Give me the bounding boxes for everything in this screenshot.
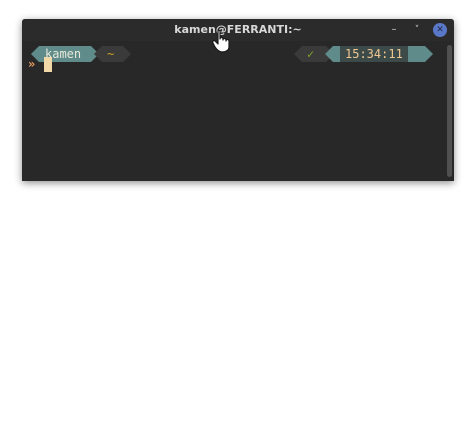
terminal-window[interactable]: kamen@FERRANTI:~ – ˅ ✕ kamen ~ ✓ 15:34:1… — [22, 19, 454, 181]
scrollbar[interactable] — [447, 45, 452, 177]
prompt-time-segment: 15:34:11 — [325, 46, 433, 62]
title-bar[interactable]: kamen@FERRANTI:~ – ˅ ✕ — [22, 19, 454, 41]
close-icon[interactable]: ✕ — [433, 23, 447, 37]
minimize-icon[interactable]: – — [387, 23, 401, 37]
prompt-time: 15:34:11 — [340, 46, 408, 62]
prompt-bar: kamen ~ ✓ 15:34:11 — [22, 46, 454, 62]
maximize-icon[interactable]: ˅ — [410, 23, 424, 37]
mouse-pointer-icon — [212, 29, 230, 53]
prompt-user-segment: kamen — [31, 46, 99, 62]
text-cursor — [44, 57, 52, 72]
prompt-arrow-icon: » — [28, 57, 36, 71]
prompt-dir-segment: ~ — [94, 46, 131, 62]
terminal-area[interactable]: kamen ~ ✓ 15:34:11 » — [22, 41, 454, 181]
input-line: » — [28, 56, 35, 72]
